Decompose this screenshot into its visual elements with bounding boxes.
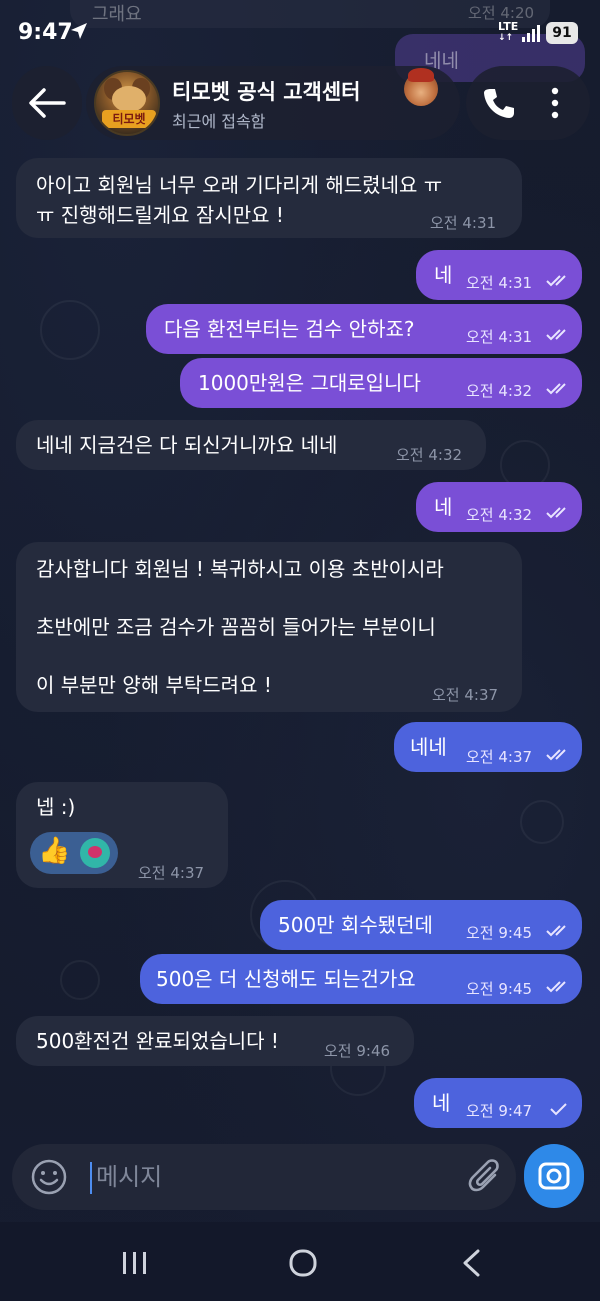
avatar-logo-text: 티모벳 <box>102 110 156 128</box>
message-text: 500환전건 완료되었습니다 ! <box>36 1029 279 1053</box>
message-time: 오전 4:37 <box>466 748 533 766</box>
message-bubble-incoming[interactable]: 넵 :) 👍 오전 4:37 <box>16 782 228 888</box>
message-bubble-incoming[interactable]: 감사합니다 회원님 ! 복귀하시고 이용 초반이시라 초반에만 조금 검수가 꼼… <box>16 542 522 712</box>
chat-title: 티모벳 공식 고객센터 <box>172 80 361 104</box>
double-check-icon <box>546 329 566 341</box>
message-time: 오전 4:32 <box>466 506 533 524</box>
message-bubble-outgoing[interactable]: 500만 회수됐던데 오전 9:45 <box>260 900 582 950</box>
double-check-icon <box>546 925 566 937</box>
message-text: 다음 환전부터는 검수 안하죠? <box>164 317 415 341</box>
location-arrow-icon <box>70 22 88 45</box>
lte-indicator: LTE ↓↑ <box>498 20 519 43</box>
message-time: 오전 9:46 <box>324 1042 391 1060</box>
message-text: 500은 더 신청해도 되는건가요 <box>156 967 416 991</box>
network-type: LTE <box>498 20 519 33</box>
chat-status: 최근에 접속함 <box>172 112 266 131</box>
message-text: 500만 회수됐던데 <box>278 913 433 937</box>
message-bubble-outgoing[interactable]: 네 오전 4:32 <box>416 482 582 532</box>
message-time: 오전 4:31 <box>466 328 533 346</box>
message-bubble-outgoing[interactable]: 1000만원은 그대로입니다 오전 4:32 <box>180 358 582 408</box>
sticker-reaction-icon <box>80 838 110 868</box>
home-icon[interactable] <box>288 1248 318 1278</box>
recents-icon[interactable] <box>120 1250 150 1276</box>
message-bubble-incoming[interactable]: 네네 지금건은 다 되신거니까요 네네 오전 4:32 <box>16 420 486 470</box>
message-input[interactable] <box>96 1158 456 1196</box>
status-bar: 9:47 LTE ↓↑ 91 <box>0 0 600 62</box>
double-check-icon <box>546 981 566 993</box>
message-text: 1000만원은 그대로입니다 <box>198 371 421 395</box>
reactions-bar[interactable]: 👍 <box>30 832 118 874</box>
message-text: 이 부분만 양해 부탁드려요 ! <box>36 673 272 697</box>
message-text: 네 <box>434 263 453 287</box>
more-vertical-icon[interactable] <box>540 86 570 120</box>
single-check-icon <box>550 1103 567 1116</box>
message-text: 네네 지금건은 다 되신거니까요 네네 <box>36 433 338 457</box>
chat-avatar[interactable]: 티모벳 <box>94 70 160 136</box>
message-time: 오전 4:31 <box>466 274 533 292</box>
message-time: 오전 9:47 <box>466 1102 533 1120</box>
signal-icon <box>522 24 542 42</box>
message-time: 오전 4:32 <box>396 446 463 464</box>
message-time: 오전 9:45 <box>466 924 533 942</box>
message-text: 네 <box>434 495 453 519</box>
message-text: 넵 :) <box>36 795 76 819</box>
message-time: 오전 9:45 <box>466 980 533 998</box>
message-bubble-outgoing[interactable]: 500은 더 신청해도 되는건가요 오전 9:45 <box>140 954 582 1004</box>
message-time: 오전 4:32 <box>466 382 533 400</box>
message-text: 네 <box>432 1091 451 1115</box>
battery-indicator: 91 <box>546 22 578 44</box>
message-text: 네네 <box>410 735 447 759</box>
system-navigation-bar <box>0 1222 600 1301</box>
thumbs-up-icon: 👍 <box>38 836 71 866</box>
back-button[interactable] <box>12 66 82 140</box>
message-time: 오전 4:37 <box>138 864 205 882</box>
double-check-icon <box>546 749 566 761</box>
message-text: 아이고 회원님 너무 오래 기다리게 해드렸네요 ㅠ <box>36 173 443 197</box>
emoji-icon[interactable] <box>30 1158 68 1196</box>
camera-button[interactable] <box>524 1144 584 1208</box>
message-text: 초반에만 조금 검수가 꼼꼼히 들어가는 부분이니 <box>36 615 436 639</box>
double-check-icon <box>546 275 566 287</box>
message-time: 오전 4:37 <box>432 686 499 704</box>
message-composer <box>12 1144 516 1210</box>
message-time: 오전 4:31 <box>430 214 497 232</box>
message-text: 감사합니다 회원님 ! 복귀하시고 이용 초반이시라 <box>36 557 444 581</box>
message-bubble-incoming[interactable]: 아이고 회원님 너무 오래 기다리게 해드렸네요 ㅠ ㅠ 진행해드릴게요 잠시만… <box>16 158 522 238</box>
header-actions <box>466 66 590 140</box>
double-check-icon <box>546 507 566 519</box>
message-text: ㅠ 진행해드릴게요 잠시만요 ! <box>36 203 284 227</box>
attach-icon[interactable] <box>468 1158 504 1198</box>
message-bubble-incoming[interactable]: 500환전건 완료되었습니다 ! 오전 9:46 <box>16 1016 414 1066</box>
camera-icon <box>538 1162 570 1190</box>
message-bubble-outgoing[interactable]: 네 오전 9:47 <box>414 1078 582 1128</box>
message-bubble-outgoing[interactable]: 네 오전 4:31 <box>416 250 582 300</box>
phone-icon[interactable] <box>482 86 516 120</box>
message-bubble-outgoing[interactable]: 네네 오전 4:37 <box>394 722 582 772</box>
nav-back-icon[interactable] <box>460 1248 482 1278</box>
text-caret <box>90 1162 92 1194</box>
emoji-status-icon <box>404 68 438 106</box>
chat-info-header[interactable]: 티모벳 티모벳 공식 고객센터 최근에 접속함 <box>86 66 460 140</box>
message-bubble-outgoing[interactable]: 다음 환전부터는 검수 안하죠? 오전 4:31 <box>146 304 582 354</box>
double-check-icon <box>546 383 566 395</box>
status-time: 9:47 <box>18 20 73 45</box>
back-arrow-icon <box>29 88 66 118</box>
